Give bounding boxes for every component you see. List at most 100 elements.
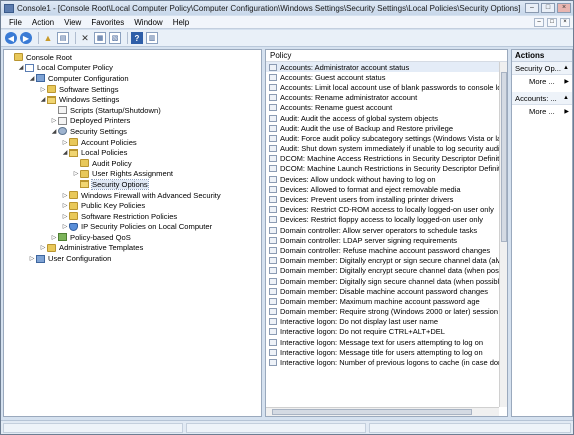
collapsed-arrow-icon[interactable]: ▷ xyxy=(61,192,69,199)
tree-node[interactable]: ▷ Administrative Templates xyxy=(4,243,261,254)
collapsed-arrow-icon[interactable]: ▷ xyxy=(61,223,69,230)
collapsed-arrow-icon[interactable]: ▷ xyxy=(28,255,36,262)
collapsed-arrow-icon[interactable]: ▷ xyxy=(61,139,69,146)
tree-node[interactable]: ▷ Public Key Policies xyxy=(4,200,261,211)
policy-row[interactable]: Domain member: Digitally sign secure cha… xyxy=(266,276,507,286)
policy-row[interactable]: Devices: Restrict floppy access to local… xyxy=(266,215,507,225)
collapsed-arrow-icon[interactable]: ▷ xyxy=(50,234,58,241)
expanded-arrow-icon[interactable]: ◢ xyxy=(39,96,47,103)
child-restore-button[interactable]: □ xyxy=(547,17,557,27)
show-hide-tree-icon[interactable]: ▤ xyxy=(57,32,69,44)
up-folder-icon[interactable]: ▲ xyxy=(42,32,54,44)
action-more[interactable]: More ... ▶ xyxy=(512,105,572,118)
policy-row[interactable]: Interactive logon: Do not require CTRL+A… xyxy=(266,327,507,337)
tree-node[interactable]: ▷ Deployed Printers xyxy=(4,116,261,127)
tree-node[interactable]: ▷ Windows Firewall with Advanced Security xyxy=(4,190,261,201)
policy-row[interactable]: DCOM: Machine Launch Restrictions in Sec… xyxy=(266,164,507,174)
tree-node[interactable]: ▷ Policy-based QoS xyxy=(4,232,261,243)
help-icon[interactable]: ? xyxy=(131,32,143,44)
collapsed-arrow-icon[interactable]: ▷ xyxy=(39,244,47,251)
policy-row[interactable]: Accounts: Limit local account use of bla… xyxy=(266,82,507,92)
policy-row[interactable]: Audit: Audit the access of global system… xyxy=(266,113,507,123)
tree-node[interactable]: ◢ Security Settings xyxy=(4,126,261,137)
tree-node[interactable]: ◢ Computer Configuration xyxy=(4,73,261,84)
collapsed-arrow-icon[interactable]: ▷ xyxy=(61,202,69,209)
policy-row[interactable]: Audit: Audit the use of Backup and Resto… xyxy=(266,123,507,133)
policy-row[interactable]: Accounts: Rename administrator account xyxy=(266,93,507,103)
show-hide-action-pane-icon[interactable]: ▥ xyxy=(146,32,158,44)
policy-row[interactable]: Devices: Restrict CD-ROM access to local… xyxy=(266,205,507,215)
collapsed-arrow-icon[interactable]: ▷ xyxy=(50,117,58,124)
policy-row[interactable]: Devices: Prevent users from installing p… xyxy=(266,194,507,204)
collapse-arrow-icon[interactable]: ▲ xyxy=(563,95,569,101)
tree-node[interactable]: Audit Policy xyxy=(4,158,261,169)
tree-node[interactable]: ◢ Local Policies xyxy=(4,147,261,158)
policy-column-header[interactable]: Policy xyxy=(266,50,507,62)
menu-action[interactable]: Action xyxy=(27,18,59,27)
title-bar[interactable]: Console1 - [Console Root\Local Computer … xyxy=(1,1,573,15)
tree-node[interactable]: Security Options xyxy=(4,178,261,190)
tree-node[interactable]: ▷ User Rights Assignment xyxy=(4,169,261,180)
collapsed-arrow-icon[interactable]: ▷ xyxy=(61,213,69,220)
menu-window[interactable]: Window xyxy=(129,18,167,27)
tree-node[interactable]: ▷ IP Security Policies on Local Computer xyxy=(4,222,261,233)
vertical-scroll-thumb[interactable] xyxy=(501,72,507,242)
policy-row[interactable]: Devices: Allow undock without having to … xyxy=(266,174,507,184)
policy-row[interactable]: Domain controller: Refuse machine accoun… xyxy=(266,245,507,255)
expanded-arrow-icon[interactable]: ◢ xyxy=(50,128,58,135)
vertical-scrollbar[interactable] xyxy=(499,62,507,407)
close-button[interactable]: × xyxy=(557,3,571,13)
console-tree-pane[interactable]: Console Root ◢ Local Computer Policy ◢ Compu… xyxy=(3,49,262,417)
delete-icon[interactable]: ✕ xyxy=(79,32,91,44)
policy-row[interactable]: Interactive logon: Do not display last u… xyxy=(266,317,507,327)
expanded-arrow-icon[interactable]: ◢ xyxy=(61,149,69,156)
menu-file[interactable]: File xyxy=(1,18,27,27)
menu-view[interactable]: View xyxy=(59,18,86,27)
tree-node[interactable]: ◢ Windows Settings xyxy=(4,94,261,105)
action-more[interactable]: More ... ▶ xyxy=(512,75,572,88)
policy-row[interactable]: DCOM: Machine Access Restrictions in Sec… xyxy=(266,154,507,164)
collapse-arrow-icon[interactable]: ▲ xyxy=(563,65,569,71)
menu-help[interactable]: Help xyxy=(168,18,194,27)
policy-row[interactable]: Domain member: Disable machine account p… xyxy=(266,286,507,296)
child-minimize-button[interactable]: – xyxy=(534,17,544,27)
horizontal-scrollbar[interactable] xyxy=(266,407,499,416)
policy-row[interactable]: Accounts: Rename guest account xyxy=(266,103,507,113)
menu-favorites[interactable]: Favorites xyxy=(86,18,129,27)
tree-node[interactable]: ▷ Software Restriction Policies xyxy=(4,211,261,222)
tree-node[interactable]: ◢ Local Computer Policy xyxy=(4,63,261,74)
policy-row[interactable]: Domain member: Maximum machine account p… xyxy=(266,296,507,306)
collapsed-arrow-icon[interactable]: ▷ xyxy=(39,86,47,93)
actions-section-security-options[interactable]: Security Op... ▲ xyxy=(512,62,572,75)
export-list-icon[interactable]: ▧ xyxy=(109,32,121,44)
policy-row[interactable]: Interactive logon: Message text for user… xyxy=(266,337,507,347)
actions-section-selected-item[interactable]: Accounts: ... ▲ xyxy=(512,92,572,105)
policy-row[interactable]: Devices: Allowed to format and eject rem… xyxy=(266,184,507,194)
policy-row[interactable]: Domain controller: LDAP server signing r… xyxy=(266,235,507,245)
child-close-button[interactable]: × xyxy=(560,17,570,27)
tree-node[interactable]: Console Root xyxy=(4,52,261,63)
back-arrow-icon[interactable]: ◀ xyxy=(5,32,17,44)
tree-node[interactable]: ▷ Account Policies xyxy=(4,137,261,148)
horizontal-scroll-thumb[interactable] xyxy=(272,409,472,415)
properties-icon[interactable]: ▦ xyxy=(94,32,106,44)
policy-row[interactable]: Interactive logon: Number of previous lo… xyxy=(266,357,507,367)
expanded-arrow-icon[interactable]: ◢ xyxy=(17,64,25,71)
tree-node[interactable]: Scripts (Startup/Shutdown) xyxy=(4,105,261,116)
tree-node[interactable]: ▷ User Configuration xyxy=(4,253,261,264)
policy-row[interactable]: Domain member: Digitally encrypt or sign… xyxy=(266,256,507,266)
tree-node[interactable]: ▷ Software Settings xyxy=(4,84,261,95)
forward-arrow-icon[interactable]: ▶ xyxy=(20,32,32,44)
minimize-button[interactable]: – xyxy=(525,3,539,13)
policy-list-pane[interactable]: Policy Accounts: Administrator account s… xyxy=(265,49,508,417)
policy-row[interactable]: Domain member: Digitally encrypt secure … xyxy=(266,266,507,276)
maximize-button[interactable]: □ xyxy=(541,3,555,13)
policy-row[interactable]: Interactive logon: Message title for use… xyxy=(266,347,507,357)
policy-row[interactable]: Domain member: Require strong (Windows 2… xyxy=(266,307,507,317)
policy-row[interactable]: Audit: Force audit policy subcategory se… xyxy=(266,133,507,143)
policy-row[interactable]: Audit: Shut down system immediately if u… xyxy=(266,144,507,154)
policy-row[interactable]: Accounts: Administrator account status xyxy=(266,62,507,73)
collapsed-arrow-icon[interactable]: ▷ xyxy=(72,170,80,177)
policy-row[interactable]: Accounts: Guest account status xyxy=(266,72,507,82)
policy-row[interactable]: Domain controller: Allow server operator… xyxy=(266,225,507,235)
